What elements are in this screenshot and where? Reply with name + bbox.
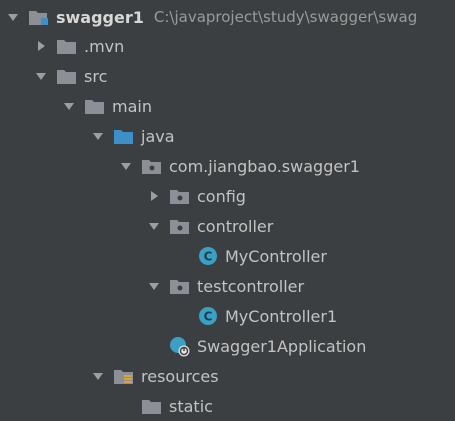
- tree-node-application[interactable]: Swagger1Application: [0, 331, 455, 361]
- folder-icon: [84, 96, 106, 116]
- spring-boot-run-icon: [169, 336, 191, 357]
- tree-node-mycontroller[interactable]: C MyController: [0, 241, 455, 271]
- folder-label-resources: resources: [141, 366, 219, 386]
- svg-text:C: C: [204, 310, 213, 324]
- package-label-controller: controller: [197, 216, 274, 236]
- package-icon: [141, 156, 163, 176]
- package-icon: [169, 216, 191, 236]
- class-label-mycontroller: MyController: [225, 246, 327, 266]
- folder-label-main: main: [112, 96, 152, 116]
- folder-icon: [56, 36, 78, 56]
- package-label: com.jiangbao.swagger1: [169, 156, 360, 176]
- tree-node-testcontroller[interactable]: testcontroller: [0, 271, 455, 301]
- package-icon: [169, 186, 191, 206]
- tree-node-resources[interactable]: resources: [0, 361, 455, 391]
- chevron-down-icon[interactable]: [147, 279, 161, 293]
- class-label-application: Swagger1Application: [197, 336, 367, 356]
- tree-node-main[interactable]: main: [0, 91, 455, 121]
- source-folder-icon: [113, 126, 135, 146]
- chevron-right-icon[interactable]: [147, 189, 161, 203]
- tree-node-java[interactable]: java: [0, 121, 455, 151]
- chevron-down-icon[interactable]: [34, 69, 48, 83]
- folder-icon: [141, 396, 163, 416]
- package-icon: [169, 276, 191, 296]
- class-icon: C: [197, 306, 219, 326]
- chevron-down-icon[interactable]: [62, 99, 76, 113]
- project-tree: swagger1 C:\javaproject\study\swagger\sw…: [0, 0, 455, 419]
- chevron-down-icon[interactable]: [119, 159, 133, 173]
- class-label-mycontroller1: MyController1: [225, 306, 338, 326]
- resources-folder-icon: [113, 366, 135, 386]
- tree-node-mvn[interactable]: .mvn: [0, 31, 455, 61]
- package-label-config: config: [197, 186, 246, 206]
- svg-text:C: C: [204, 250, 213, 264]
- tree-node-package[interactable]: com.jiangbao.swagger1: [0, 151, 455, 181]
- tree-node-config[interactable]: config: [0, 181, 455, 211]
- tree-node-mycontroller1[interactable]: C MyController1: [0, 301, 455, 331]
- folder-icon: [56, 66, 78, 86]
- folder-label-mvn: .mvn: [84, 36, 125, 56]
- project-path: C:\javaproject\study\swagger\swag: [153, 8, 418, 26]
- chevron-down-icon[interactable]: [91, 129, 105, 143]
- project-folder-icon: [28, 7, 50, 27]
- tree-node-project[interactable]: swagger1 C:\javaproject\study\swagger\sw…: [0, 2, 455, 32]
- package-label-testcontroller: testcontroller: [197, 276, 305, 296]
- folder-label-java: java: [141, 126, 175, 146]
- tree-node-controller[interactable]: controller: [0, 211, 455, 241]
- chevron-down-icon[interactable]: [147, 219, 161, 233]
- tree-node-static[interactable]: static: [0, 391, 455, 421]
- folder-label-static: static: [169, 396, 213, 416]
- chevron-down-icon[interactable]: [6, 10, 20, 24]
- tree-node-src[interactable]: src: [0, 61, 455, 91]
- chevron-down-icon[interactable]: [91, 369, 105, 383]
- folder-label-src: src: [84, 66, 108, 86]
- class-icon: C: [197, 246, 219, 266]
- project-name: swagger1: [56, 7, 144, 27]
- chevron-right-icon[interactable]: [34, 39, 48, 53]
